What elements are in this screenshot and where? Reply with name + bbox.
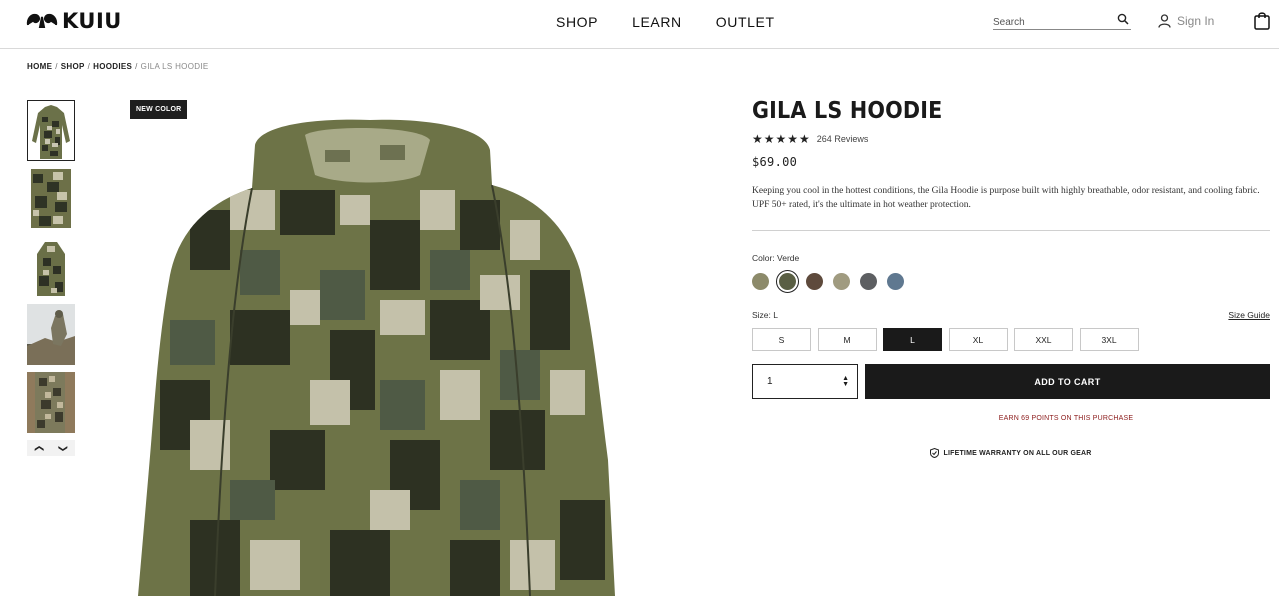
thumbnail-5[interactable] <box>27 372 75 433</box>
nav-shop[interactable]: SHOP <box>556 14 598 30</box>
kuiu-logo[interactable]: KUIU <box>26 9 122 33</box>
size-guide-link[interactable]: Size Guide <box>1228 310 1270 320</box>
color-label: Color: Verde <box>752 253 800 263</box>
size-options: S M L XL XXL 3XL <box>752 328 1270 351</box>
product-info: GILA LS HOODIE ★★★★★ 264 Reviews $69.00 … <box>752 98 1270 458</box>
ram-logo-icon <box>26 13 58 28</box>
product-rating: ★★★★★ 264 Reviews <box>752 132 1270 146</box>
site-header: KUIU SHOP LEARN OUTLET Sign In <box>0 0 1279 49</box>
warranty-label: LIFETIME WARRANTY ON ALL OUR GEAR <box>943 449 1092 457</box>
user-icon <box>1158 14 1171 28</box>
fabric-detail-thumbnail <box>27 168 75 229</box>
size-header: Size: L Size Guide <box>752 310 1270 320</box>
reviews-link[interactable]: 264 Reviews <box>817 134 869 144</box>
add-to-cart-button[interactable]: ADD TO CART <box>865 364 1270 399</box>
cart-row: 1 ▲ ▼ ADD TO CART <box>752 364 1270 399</box>
breadcrumb-hoodies[interactable]: HOODIES <box>93 62 132 71</box>
swatch-6[interactable] <box>887 273 904 290</box>
breadcrumb: HOME / SHOP / HOODIES / GILA LS HOODIE <box>27 62 208 71</box>
breadcrumb-shop[interactable]: SHOP <box>61 62 85 71</box>
size-option-xxl[interactable]: XXL <box>1014 328 1073 351</box>
thumbnail-list: ❯ ❯ <box>27 100 75 456</box>
product-description: Keeping you cool in the hottest conditio… <box>752 186 1260 210</box>
warranty-note: LIFETIME WARRANTY ON ALL OUR GEAR <box>752 448 1270 458</box>
thumbnail-1[interactable] <box>27 100 75 161</box>
swatch-5[interactable] <box>860 273 877 290</box>
size-option-l[interactable]: L <box>883 328 942 351</box>
new-color-badge: NEW COLOR <box>130 100 188 119</box>
product-title: GILA LS HOODIE <box>752 98 943 124</box>
thumbnail-3[interactable] <box>27 236 75 297</box>
updown-arrows-icon: ▲ ▼ <box>842 374 849 388</box>
search-icon[interactable] <box>1117 13 1129 25</box>
logo-text: KUIU <box>62 9 122 33</box>
size-option-xl[interactable]: XL <box>948 328 1008 351</box>
breadcrumb-home[interactable]: HOME <box>27 62 52 71</box>
chevron-down-icon[interactable]: ❯ <box>57 444 68 452</box>
hood-detail-thumbnail <box>27 236 75 297</box>
swatch-3[interactable] <box>806 273 823 290</box>
sign-in-link[interactable]: Sign In <box>1158 14 1214 28</box>
breadcrumb-separator: / <box>55 62 58 71</box>
size-option-3xl[interactable]: 3XL <box>1079 328 1139 351</box>
breadcrumb-separator: / <box>87 62 91 71</box>
chevron-up-icon[interactable]: ❯ <box>33 444 44 452</box>
thumbnail-4[interactable] <box>27 304 75 365</box>
swatch-4[interactable] <box>833 273 850 290</box>
product-price: $69.00 <box>752 155 798 169</box>
size-label: Size: L <box>752 310 778 320</box>
main-nav: SHOP LEARN OUTLET <box>540 14 809 30</box>
swatch-1[interactable] <box>752 273 769 290</box>
search-box <box>993 12 1131 31</box>
hoodie-image <box>130 100 630 596</box>
thumbnail-nav: ❯ ❯ <box>27 440 75 456</box>
star-rating-icon: ★★★★★ <box>752 132 811 146</box>
lifestyle-hunter-thumbnail <box>27 304 75 365</box>
quantity-value: 1 <box>767 376 773 387</box>
thumbnail-2[interactable] <box>27 168 75 229</box>
hoodie-front-thumbnail <box>28 101 74 160</box>
nav-learn[interactable]: LEARN <box>632 14 682 30</box>
size-option-s[interactable]: S <box>752 328 811 351</box>
sign-in-label: Sign In <box>1177 14 1215 28</box>
swatch-verde[interactable] <box>776 270 799 293</box>
color-swatches <box>752 270 1270 293</box>
breadcrumb-separator: / <box>135 62 138 71</box>
nav-outlet[interactable]: OUTLET <box>716 14 775 30</box>
points-message: EARN 69 POINTS ON THIS PURCHASE <box>998 415 1134 422</box>
size-option-m[interactable]: M <box>817 328 877 351</box>
main-product-image[interactable] <box>130 100 630 596</box>
breadcrumb-current: GILA LS HOODIE <box>140 62 209 71</box>
lifestyle-closeup-thumbnail <box>27 372 75 433</box>
search-input[interactable] <box>993 14 1113 31</box>
shield-check-icon <box>930 448 940 458</box>
shopping-bag-icon[interactable] <box>1254 11 1270 30</box>
divider <box>752 230 1270 231</box>
quantity-select[interactable]: 1 ▲ ▼ <box>752 364 858 399</box>
